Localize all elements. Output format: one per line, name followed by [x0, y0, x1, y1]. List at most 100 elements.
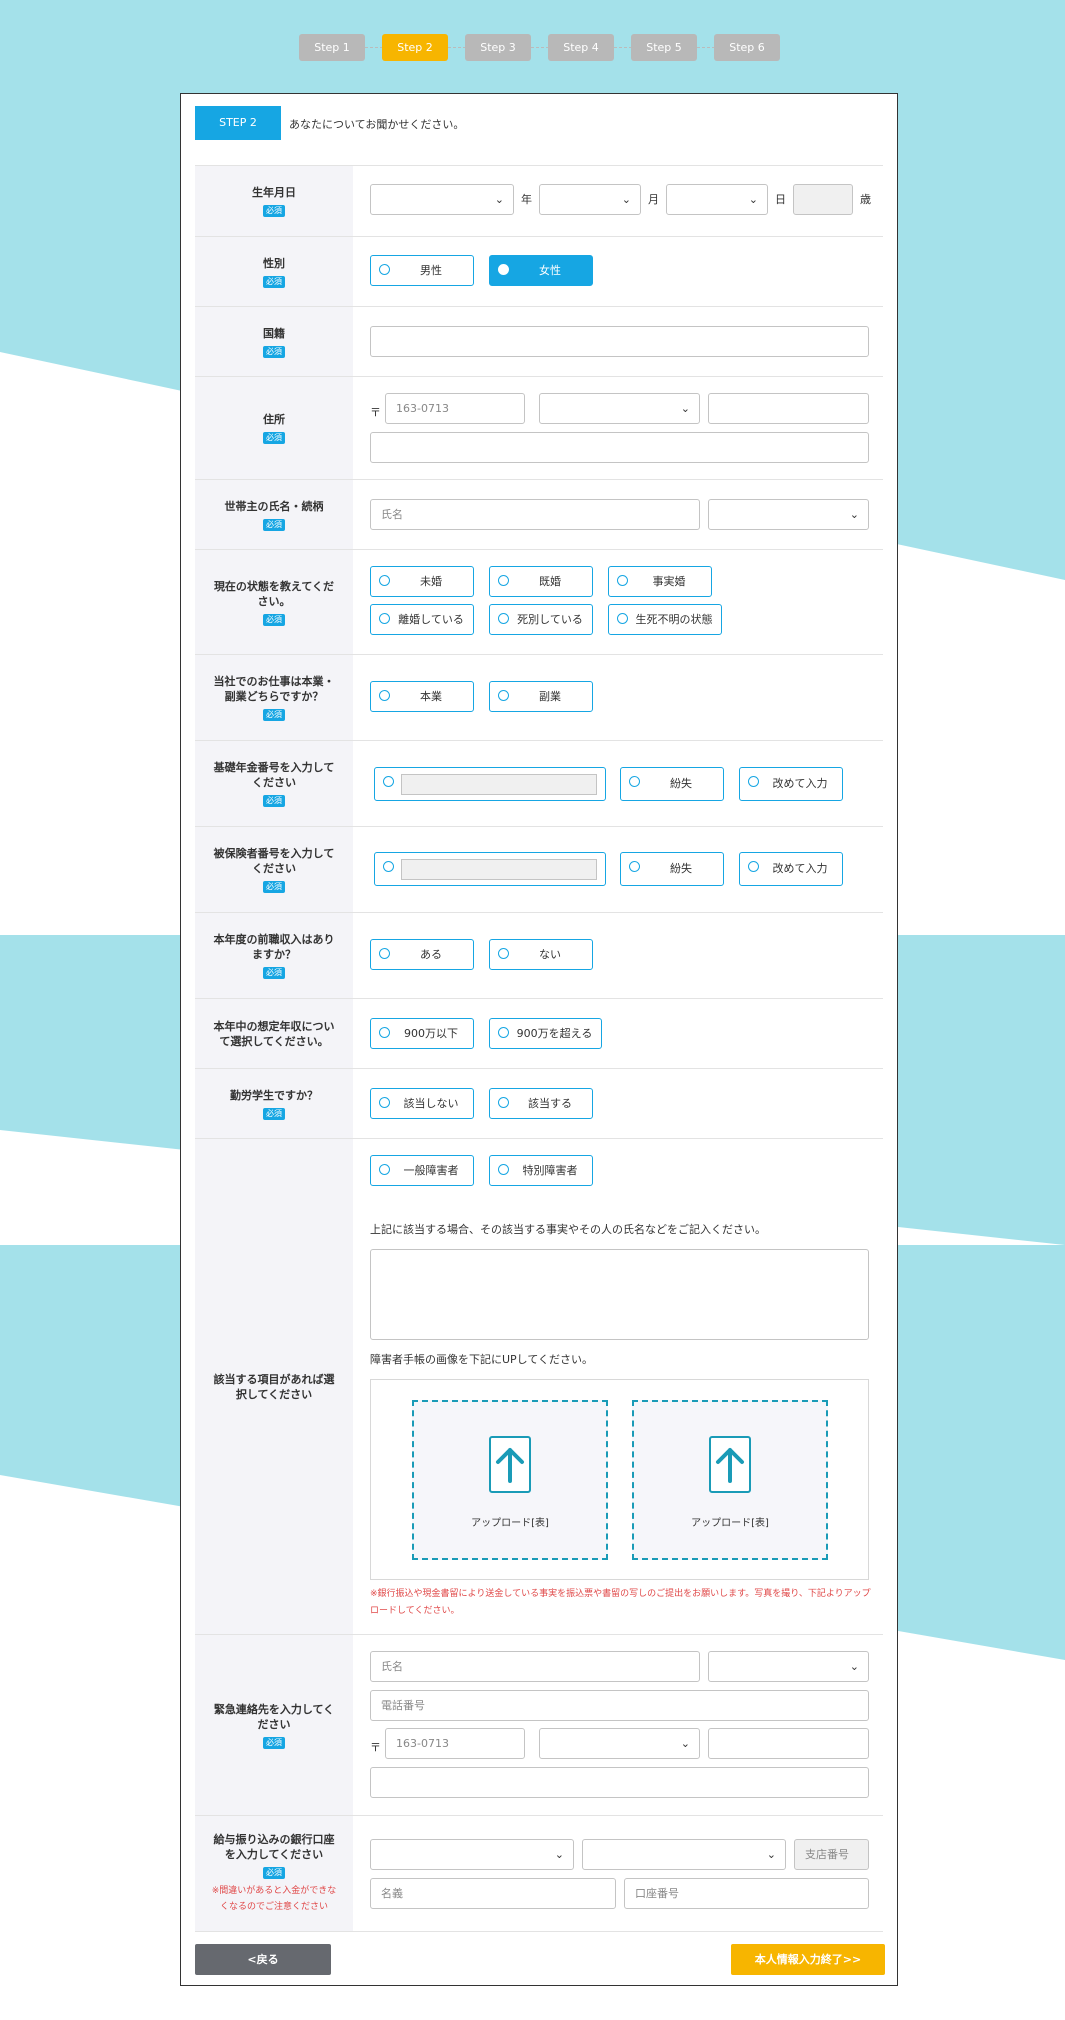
radio-income-over-9m[interactable]: 900万を超える: [489, 1018, 602, 1049]
radio-insured-lost[interactable]: 紛失: [620, 852, 724, 886]
disability-detail-text: 上記に該当する場合、その該当する事実やその人の氏名などをご記入ください。: [370, 1223, 766, 1236]
step-4[interactable]: Step 4: [548, 34, 614, 61]
radio-not-student[interactable]: 該当しない: [370, 1088, 474, 1119]
pension-number-input[interactable]: [401, 774, 597, 795]
branch-select[interactable]: ⌄: [582, 1839, 786, 1870]
birth-year-select[interactable]: ⌄: [370, 184, 514, 215]
step-tag: STEP 2: [195, 106, 281, 140]
radio-missing[interactable]: 生死不明の状態: [608, 604, 722, 635]
disability-detail-textarea[interactable]: [370, 1249, 869, 1340]
label-annual-income: 本年中の想定年収について選択してください。: [195, 999, 353, 1068]
account-number-input[interactable]: 口座番号: [624, 1878, 869, 1909]
radio-circle-icon: [498, 264, 509, 275]
prefecture-select[interactable]: ⌄: [539, 393, 700, 424]
step-6[interactable]: Step 6: [714, 34, 780, 61]
branch-number-field: 支店番号: [794, 1839, 869, 1870]
row-bank: 給与振り込みの銀行口座を入力してください 必須 ※間違いがあると入金ができなくなる…: [195, 1815, 883, 1932]
row-emergency: 緊急連絡先を入力してください 必須 氏名 ⌄ 電話番号 〒 163-0713 ⌄: [195, 1634, 883, 1815]
age-field: [793, 184, 853, 215]
bank-note: ※間違いがあると入金ができなくなるのでご注意ください: [211, 1886, 337, 1912]
upload-arrow-icon: [709, 1436, 751, 1493]
radio-married[interactable]: 既婚: [489, 566, 593, 597]
required-badge: 必須: [263, 205, 285, 217]
label-birth: 生年月日 必須: [195, 166, 353, 236]
radio-income-under-9m[interactable]: 900万以下: [370, 1018, 474, 1049]
emergency-street-input[interactable]: [370, 1767, 869, 1798]
householder-name-input[interactable]: 氏名: [370, 499, 700, 530]
postal-code-input[interactable]: 163-0713: [385, 393, 525, 424]
emergency-relationship-select[interactable]: ⌄: [708, 1651, 869, 1682]
step-5[interactable]: Step 5: [631, 34, 697, 61]
radio-pension-number[interactable]: [374, 767, 606, 801]
upload-back-dropzone[interactable]: アップロード[表]: [632, 1400, 828, 1560]
row-address: 住所 必須 〒 163-0713 ⌄: [195, 376, 883, 479]
radio-general-disability[interactable]: 一般障害者: [370, 1155, 474, 1186]
upload-area: アップロード[表] アップロード[表]: [370, 1379, 869, 1580]
label-emergency: 緊急連絡先を入力してください 必須: [195, 1635, 353, 1815]
form-heading: あなたについてお聞かせください。: [289, 118, 465, 131]
back-button[interactable]: <戻る: [195, 1944, 331, 1975]
upload-front-dropzone[interactable]: アップロード[表]: [412, 1400, 608, 1560]
label-nationality: 国籍 必須: [195, 307, 353, 376]
insured-number-input[interactable]: [401, 859, 597, 880]
emergency-postal-input[interactable]: 163-0713: [385, 1728, 525, 1759]
label-householder: 世帯主の氏名・続柄 必須: [195, 480, 353, 549]
label-student: 勤労学生ですか？ 必須: [195, 1069, 353, 1138]
row-prev-income: 本年度の前職収入はありますか？ 必須 ある ない: [195, 912, 883, 998]
row-job-type: 当社でのお仕事は本業・副業どちらですか？ 必須 本業 副業: [195, 654, 883, 740]
radio-female[interactable]: 女性: [489, 255, 593, 286]
emergency-name-input[interactable]: 氏名: [370, 1651, 700, 1682]
radio-special-disability[interactable]: 特別障害者: [489, 1155, 593, 1186]
birth-month-select[interactable]: ⌄: [539, 184, 641, 215]
birth-day-select[interactable]: ⌄: [666, 184, 768, 215]
radio-side-job[interactable]: 副業: [489, 681, 593, 712]
radio-widowed[interactable]: 死別している: [489, 604, 593, 635]
city-input[interactable]: [708, 393, 869, 424]
row-student: 勤労学生ですか？ 必須 該当しない 該当する: [195, 1068, 883, 1138]
bank-select[interactable]: ⌄: [370, 1839, 574, 1870]
emergency-phone-input[interactable]: 電話番号: [370, 1690, 869, 1721]
step-1[interactable]: Step 1: [299, 34, 365, 61]
street-input[interactable]: [370, 432, 869, 463]
radio-male[interactable]: 男性: [370, 255, 474, 286]
label-bank: 給与振り込みの銀行口座を入力してください 必須 ※間違いがあると入金ができなくなる…: [195, 1816, 353, 1931]
radio-income-yes[interactable]: ある: [370, 939, 474, 970]
radio-insured-number[interactable]: [374, 852, 606, 886]
row-pension: 基礎年金番号を入力してください 必須 紛失 改めて入力: [195, 740, 883, 826]
emergency-city-input[interactable]: [708, 1728, 869, 1759]
emergency-prefecture-select[interactable]: ⌄: [539, 1728, 700, 1759]
relationship-select[interactable]: ⌄: [708, 499, 869, 530]
label-gender: 性別 必須: [195, 237, 353, 306]
form-card: STEP 2 あなたについてお聞かせください。 生年月日 必須 ⌄ 年 ⌄ 月 ⌄…: [180, 93, 898, 1986]
row-householder: 世帯主の氏名・続柄 必須 氏名 ⌄: [195, 479, 883, 549]
row-disability: 該当する項目があれば選択してください 一般障害者 特別障害者 上記に該当する場合…: [195, 1138, 883, 1634]
label-pension: 基礎年金番号を入力してください 必須: [195, 741, 353, 826]
radio-circle-icon: [379, 264, 390, 275]
upload-arrow-icon: [489, 1436, 531, 1493]
age-unit: 歳: [860, 193, 871, 206]
radio-single[interactable]: 未婚: [370, 566, 474, 597]
radio-common-law[interactable]: 事実婚: [608, 566, 712, 597]
row-gender: 性別 必須 男性 女性: [195, 236, 883, 306]
radio-divorced[interactable]: 離婚している: [370, 604, 474, 635]
label-marital: 現在の状態を教えてください。 必須: [195, 550, 353, 654]
radio-main-job[interactable]: 本業: [370, 681, 474, 712]
month-unit: 月: [648, 193, 659, 206]
row-nationality: 国籍 必須: [195, 306, 883, 376]
radio-student[interactable]: 該当する: [489, 1088, 593, 1119]
radio-income-no[interactable]: ない: [489, 939, 593, 970]
radio-pension-later[interactable]: 改めて入力: [739, 767, 843, 801]
radio-insured-later[interactable]: 改めて入力: [739, 852, 843, 886]
day-unit: 日: [775, 193, 786, 206]
account-holder-input[interactable]: 名義: [370, 1878, 616, 1909]
step-2[interactable]: Step 2: [382, 34, 448, 61]
nationality-input[interactable]: [370, 326, 869, 357]
year-unit: 年: [521, 193, 532, 206]
upload-instruction: 障害者手帳の画像を下記にUPしてください。: [370, 1353, 594, 1366]
step-indicator: Step 1 Step 2 Step 3 Step 4 Step 5 Step …: [0, 34, 1065, 62]
step-3[interactable]: Step 3: [465, 34, 531, 61]
finish-button[interactable]: 本人情報入力終了>>: [731, 1944, 885, 1975]
radio-pension-lost[interactable]: 紛失: [620, 767, 724, 801]
label-prev-income: 本年度の前職収入はありますか？ 必須: [195, 913, 353, 998]
row-insured: 被保険者番号を入力してください 必須 紛失 改めて入力: [195, 826, 883, 912]
